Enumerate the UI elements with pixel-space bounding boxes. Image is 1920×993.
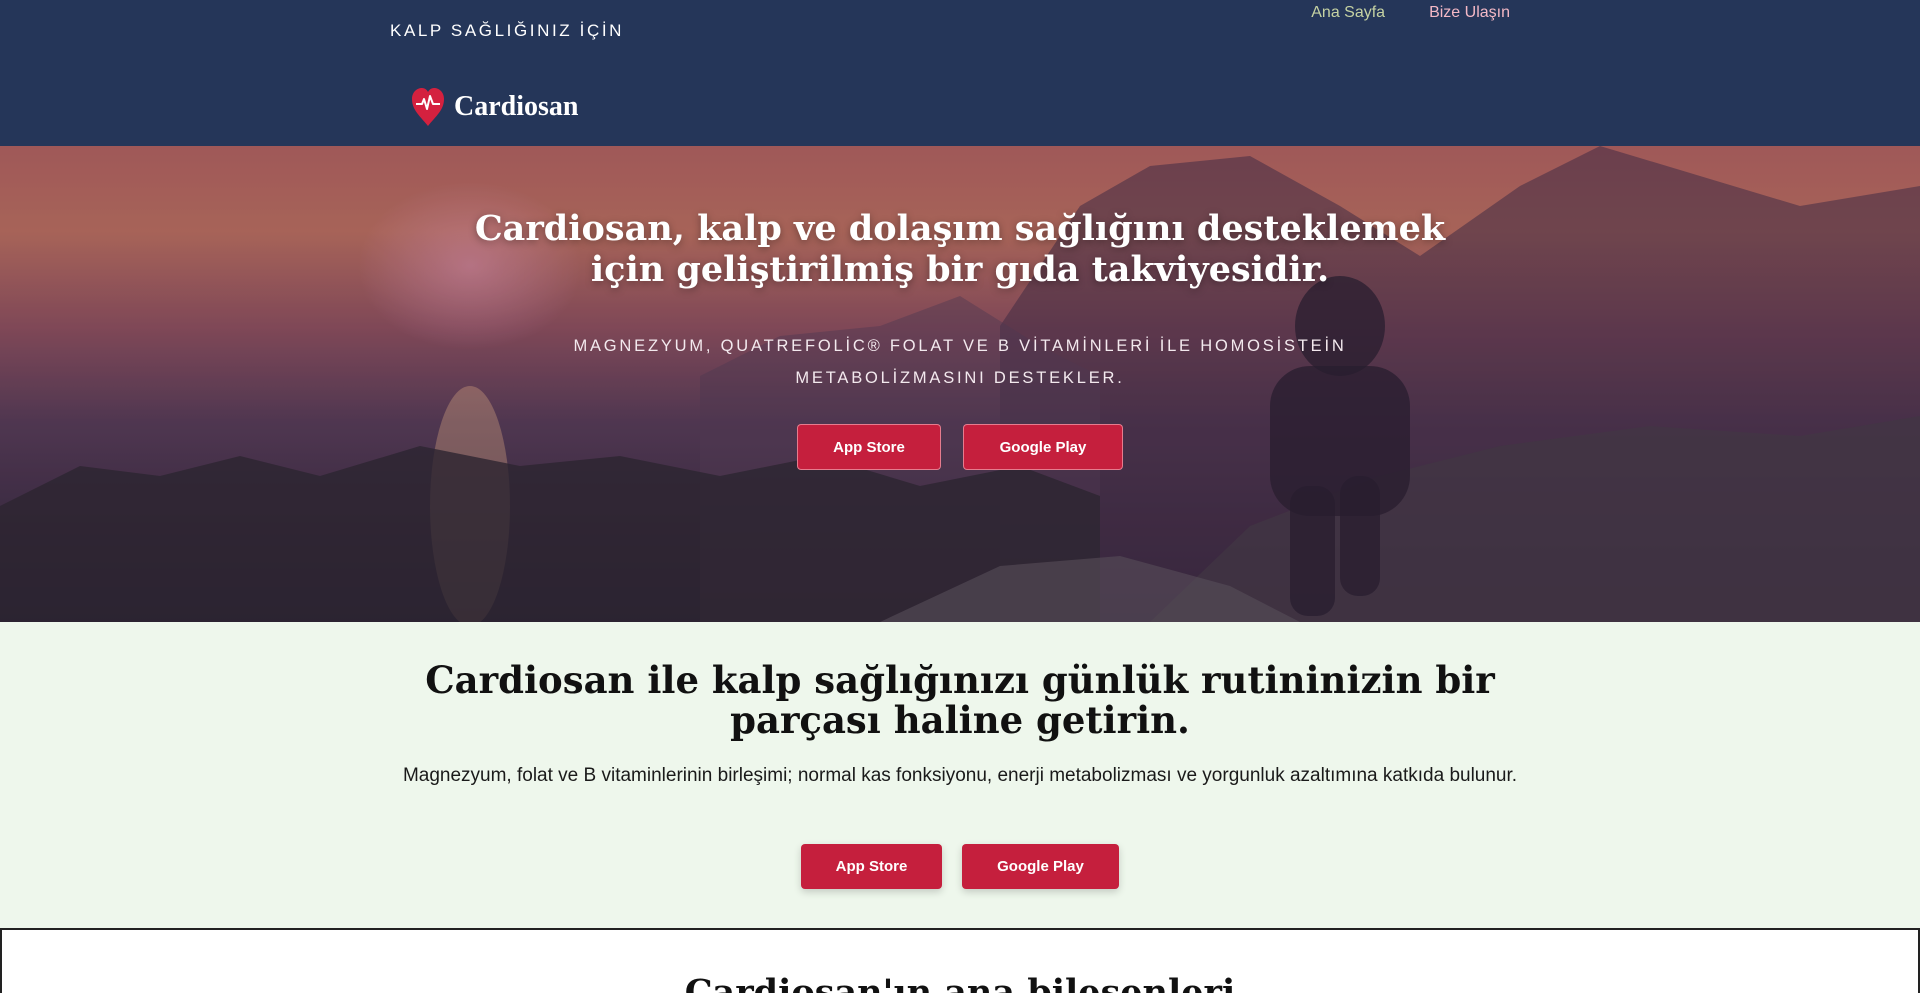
nav-link-home[interactable]: Ana Sayfa [1311,4,1385,22]
routine-text: Magnezyum, folat ve B vitaminlerinin bir… [402,765,1518,786]
header-tagline: KALP SAĞLIĞINIZ İÇİN [390,21,625,40]
routine-app-store-button[interactable]: App Store [801,844,942,889]
hero-buttons: App Store Google Play [797,424,1123,470]
ingredients-section: Cardiosan'ın ana bileşenleri [0,928,1920,993]
nav-link-contact[interactable]: Bize Ulaşın [1429,4,1510,22]
routine-google-play-button[interactable]: Google Play [962,844,1119,889]
site-header: KALP SAĞLIĞINIZ İÇİN Ana Sayfa Bize Ulaş… [0,0,1920,146]
hero-section: Cardiosan, kalp ve dolaşım sağlığını des… [0,146,1920,622]
routine-buttons: App Store Google Play [801,844,1119,889]
brand-name: Cardiosan [454,91,579,122]
hero-subtitle: MAGNEZYUM, QUATREFOLİC® FOLAT VE B VİTAM… [573,337,1347,387]
routine-section: Cardiosan ile kalp sağlığınızı günlük ru… [0,622,1920,928]
routine-title: Cardiosan ile kalp sağlığınızı günlük ru… [425,658,1495,742]
main-nav: Ana Sayfa Bize Ulaşın [1311,4,1510,22]
hero-title: Cardiosan, kalp ve dolaşım sağlığını des… [474,208,1446,290]
hero-app-store-button[interactable]: App Store [797,424,941,470]
ingredients-title: Cardiosan'ın ana bileşenleri [684,972,1236,993]
hero-google-play-button[interactable]: Google Play [963,424,1123,470]
brand[interactable]: Cardiosan [410,86,578,128]
heart-pulse-icon [410,86,446,128]
